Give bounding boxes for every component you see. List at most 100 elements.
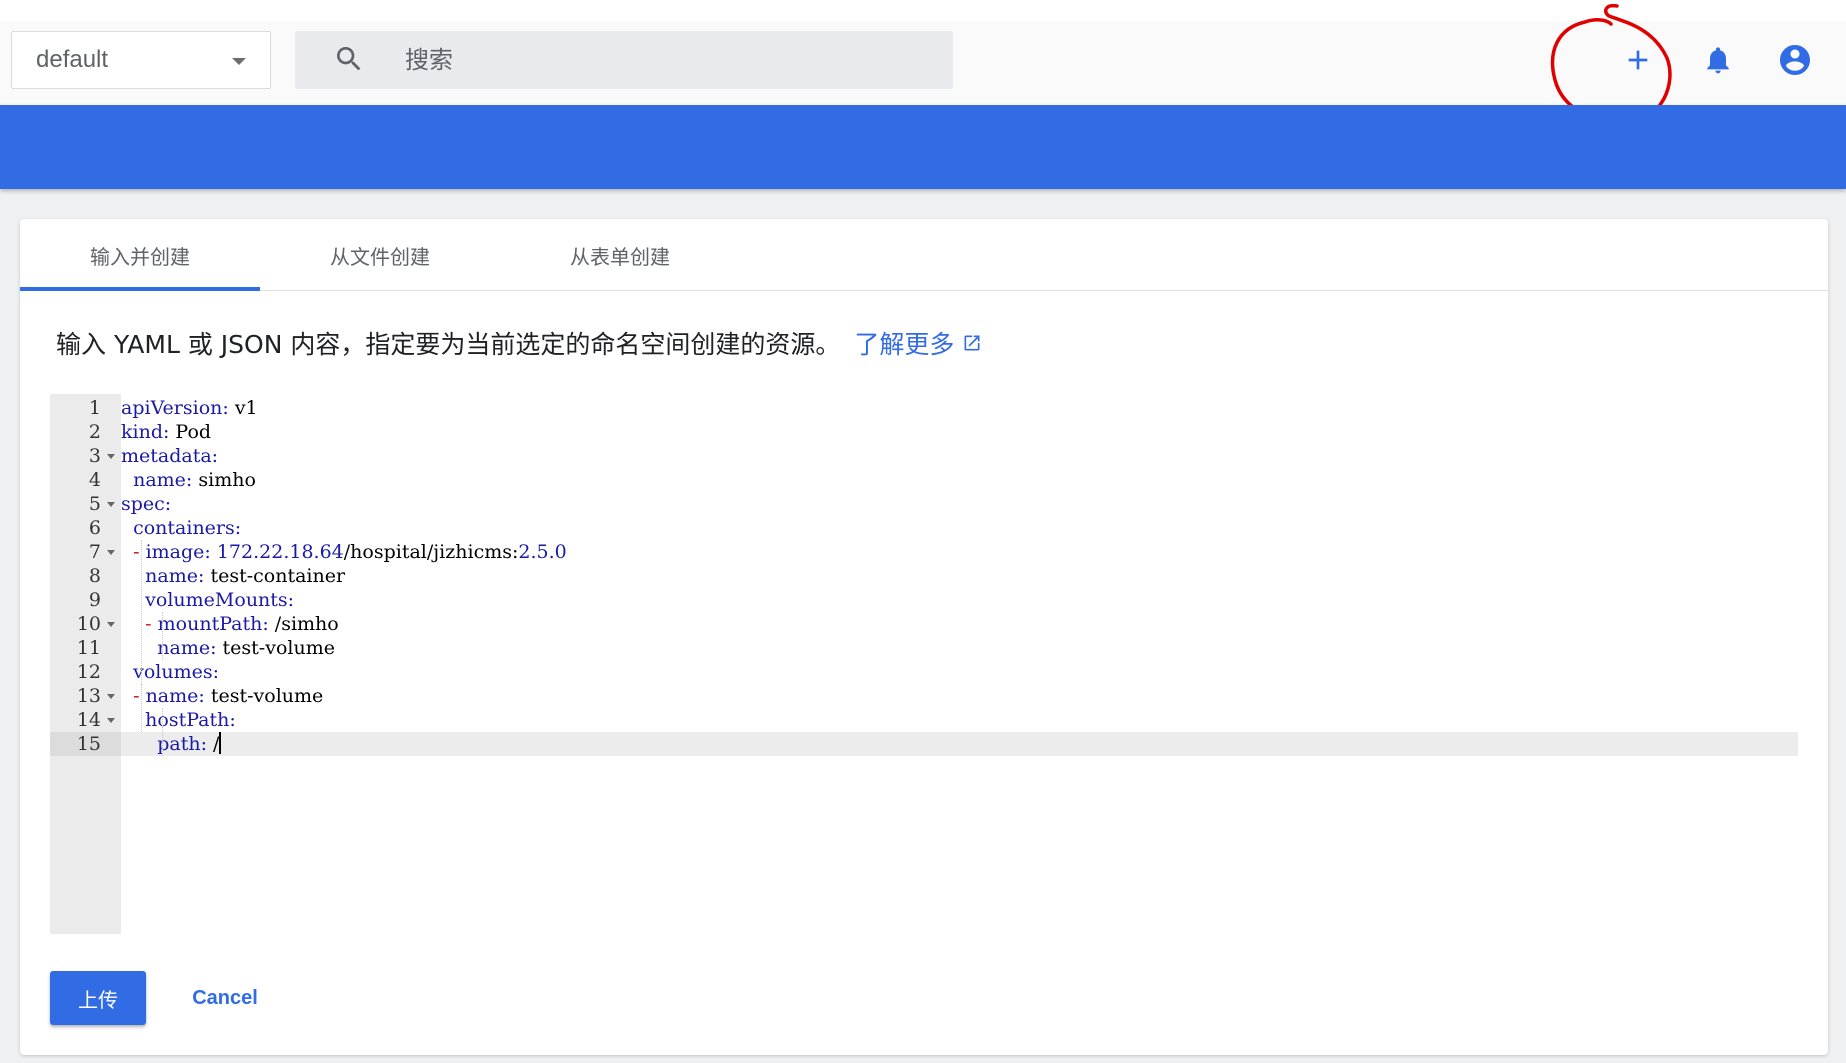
yaml-editor[interactable]: 1 2 3 4 5 6 7 8 9 10 11 12 13 14 15 apiVersion: v1 kind… xyxy=(50,394,1798,934)
code-line: spec: xyxy=(121,492,1798,516)
title-band xyxy=(0,105,1846,189)
search-box[interactable] xyxy=(295,31,953,89)
code-token: volumes: xyxy=(133,661,219,683)
code-line: apiVersion: v1 xyxy=(121,396,1798,420)
code-line: metadata: xyxy=(121,444,1798,468)
namespace-value: default xyxy=(36,46,109,73)
learn-more-link[interactable]: 了解更多 xyxy=(854,325,982,361)
line-number: 6 xyxy=(88,517,101,539)
cancel-button[interactable]: Cancel xyxy=(170,971,280,1025)
description: 输入 YAML 或 JSON 内容，指定要为当前选定的命名空间创建的资源。 了解… xyxy=(56,323,982,363)
chevron-down-icon xyxy=(232,58,246,65)
line-number: 9 xyxy=(88,589,101,611)
tab-label: 从表单创建 xyxy=(570,244,670,269)
create-resource-card: 输入并创建 从文件创建 从表单创建 输入 YAML 或 JSON 内容，指定要为… xyxy=(20,219,1828,1055)
account-circle-icon xyxy=(1780,45,1810,75)
code-token: hostPath: xyxy=(145,709,236,731)
fold-toggle-icon[interactable] xyxy=(107,502,115,507)
line-number: 14 xyxy=(76,709,101,731)
upload-button[interactable]: 上传 xyxy=(50,971,146,1025)
code-token: containers: xyxy=(133,517,242,539)
account-button[interactable] xyxy=(1771,36,1819,84)
line-number: 15 xyxy=(50,732,121,756)
code-token: v1 xyxy=(228,397,258,419)
code-token: simho xyxy=(192,469,256,491)
fold-toggle-icon[interactable] xyxy=(107,622,115,627)
code-area[interactable]: apiVersion: v1 kind: Pod metadata: name: s… xyxy=(121,394,1798,934)
description-text: 输入 YAML 或 JSON 内容，指定要为当前选定的命名空间创建的资源。 xyxy=(56,330,841,359)
code-token: 172.22.18.64 xyxy=(216,541,344,563)
code-line: path: / xyxy=(121,732,1798,756)
open-in-new-icon xyxy=(964,335,980,351)
code-line: volumeMounts: xyxy=(121,588,1798,612)
code-token: name: xyxy=(133,469,193,491)
fold-toggle-icon[interactable] xyxy=(107,454,115,459)
notifications-button[interactable] xyxy=(1694,36,1742,84)
code-token: name: xyxy=(145,565,205,587)
code-token: apiVersion: xyxy=(121,397,229,419)
line-number: 12 xyxy=(76,661,101,683)
active-tab-indicator xyxy=(20,287,260,291)
code-token: 2.5.0 xyxy=(518,541,567,563)
search-icon xyxy=(337,47,361,71)
indent-guide xyxy=(141,684,142,732)
code-token: kind: xyxy=(121,421,170,443)
code-line: - image: 172.22.18.64/hospital/jizhicms:… xyxy=(121,540,1798,564)
tab-create-from-form[interactable]: 从表单创建 xyxy=(500,219,740,291)
code-token: name: xyxy=(157,637,217,659)
tab-create-from-input[interactable]: 输入并创建 xyxy=(20,219,260,291)
code-line: name: simho xyxy=(121,468,1798,492)
line-number: 11 xyxy=(76,637,101,659)
code-line: hostPath: xyxy=(121,708,1798,732)
line-number: 10 xyxy=(76,613,101,635)
fold-toggle-icon[interactable] xyxy=(107,718,115,723)
code-line: kind: Pod xyxy=(121,420,1798,444)
create-button[interactable] xyxy=(1614,36,1662,84)
line-number: 2 xyxy=(88,421,101,443)
code-line: - name: test-volume xyxy=(121,684,1798,708)
namespace-select[interactable]: default xyxy=(11,31,271,89)
line-number: 4 xyxy=(88,469,101,491)
code-line: name: test-volume xyxy=(121,636,1798,660)
tab-create-from-file[interactable]: 从文件创建 xyxy=(260,219,500,291)
code-token: spec: xyxy=(121,493,172,515)
code-token: / xyxy=(207,733,220,755)
line-number: 7 xyxy=(88,541,101,563)
plus-icon xyxy=(1628,50,1648,70)
line-number: 5 xyxy=(88,493,101,515)
code-line: volumes: xyxy=(121,660,1798,684)
code-token: name: xyxy=(145,685,205,707)
code-token: test-volume xyxy=(216,637,335,659)
line-number: 8 xyxy=(88,565,101,587)
line-number-gutter: 1 2 3 4 5 6 7 8 9 10 11 12 13 14 15 xyxy=(50,394,121,934)
bell-icon xyxy=(1707,47,1729,74)
top-strip xyxy=(0,0,1846,21)
code-token: Pod xyxy=(169,421,212,443)
tab-label: 从文件创建 xyxy=(330,244,430,269)
indent-guide xyxy=(162,612,163,660)
search-input[interactable] xyxy=(405,31,925,89)
code-line: containers: xyxy=(121,516,1798,540)
fold-toggle-icon[interactable] xyxy=(107,550,115,555)
indent-guide xyxy=(162,708,163,756)
code-token: metadata: xyxy=(121,445,219,467)
code-token: image: xyxy=(145,541,211,563)
fold-toggle-icon[interactable] xyxy=(107,694,115,699)
create-tabs: 输入并创建 从文件创建 从表单创建 xyxy=(20,219,1828,291)
learn-more-label: 了解更多 xyxy=(854,330,955,359)
code-token: /hospital/jizhicms: xyxy=(343,541,519,563)
code-token: /simho xyxy=(268,613,339,635)
code-token: test-container xyxy=(204,565,346,587)
code-token: volumeMounts: xyxy=(145,589,295,611)
code-token: mountPath: xyxy=(157,613,269,635)
code-token: test-volume xyxy=(204,685,324,707)
top-toolbar: default xyxy=(0,0,1846,124)
code-line: - mountPath: /simho xyxy=(121,612,1798,636)
text-cursor xyxy=(219,732,222,754)
